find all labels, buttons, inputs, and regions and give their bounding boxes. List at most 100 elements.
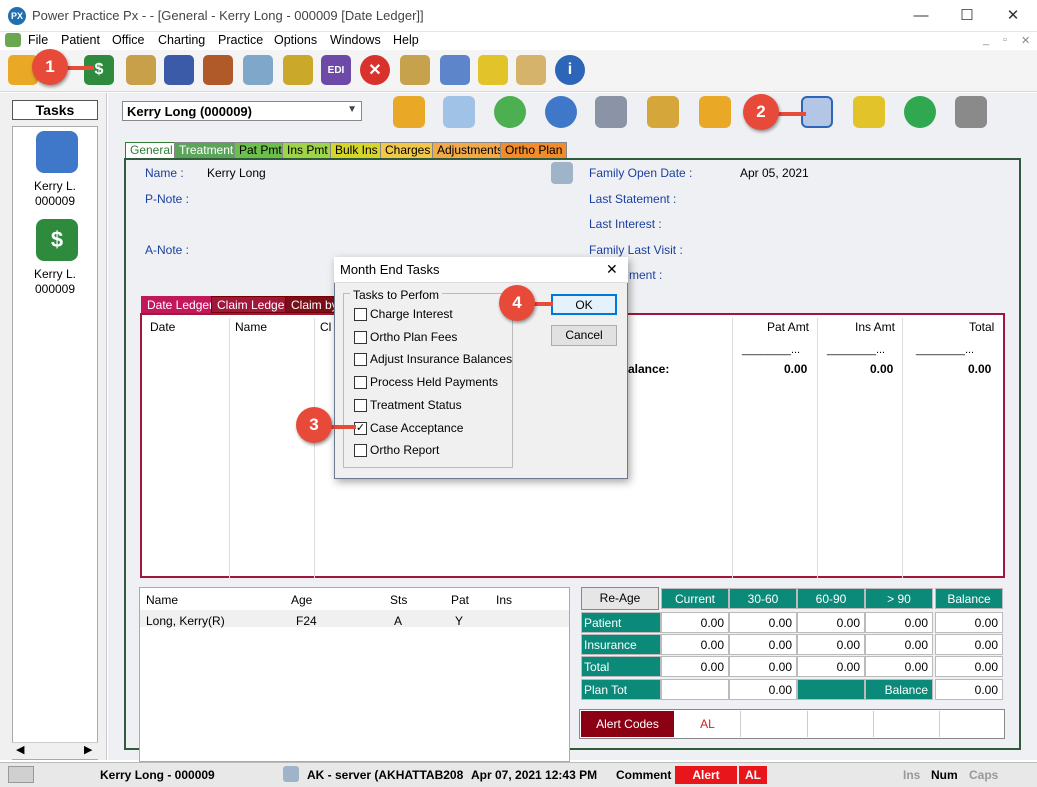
menu-charting[interactable]: Charting (158, 33, 205, 47)
family-row-age[interactable]: F24 (296, 614, 317, 628)
wrench-icon[interactable] (955, 96, 987, 128)
task-case-acceptance[interactable]: ✓ Case Acceptance (354, 419, 463, 437)
menu-file[interactable]: File (28, 33, 48, 47)
task-money-id[interactable]: 000009 (12, 282, 98, 296)
patient-icon[interactable] (494, 96, 526, 128)
tab-bulk-ins[interactable]: Bulk Ins (330, 142, 383, 158)
ledger-header-pat-amt[interactable]: Pat Amt (767, 320, 809, 334)
dialog-close-icon[interactable]: ✕ (606, 261, 618, 278)
tab-ins-pmt[interactable]: Ins Pmt (282, 142, 333, 158)
tooth-icon[interactable] (478, 55, 508, 85)
alert-codes-label[interactable]: Alert Codes (581, 711, 674, 737)
chart-icon[interactable] (243, 55, 273, 85)
printer-alert-icon[interactable] (595, 96, 627, 128)
note-pin-icon[interactable] (853, 96, 885, 128)
note-edit-icon[interactable] (551, 162, 573, 184)
info-icon[interactable]: i (555, 55, 585, 85)
mdi-minimize-button[interactable]: _ (983, 34, 989, 46)
family-row-pat[interactable]: Y (455, 614, 463, 628)
tab-date-ledger[interactable]: Date Ledger (141, 296, 220, 313)
task-ortho-plan-fees[interactable]: Ortho Plan Fees (354, 328, 457, 346)
mdi-app-icon[interactable] (5, 33, 21, 47)
alert-sep (873, 711, 874, 737)
menu-office[interactable]: Office (112, 33, 144, 47)
tab-treatment[interactable]: Treatment (174, 142, 239, 158)
status-alert[interactable]: Alert (675, 766, 737, 784)
checkbox[interactable] (354, 307, 367, 321)
patient-photo-icon[interactable] (443, 96, 475, 128)
patient-task-icon[interactable] (36, 131, 78, 173)
scroll-left-icon[interactable]: ◀ (16, 743, 24, 756)
money-task-icon[interactable]: $ (36, 219, 78, 261)
ledger-header-date[interactable]: Date (150, 320, 175, 334)
reage-button[interactable]: Re-Age (581, 587, 659, 610)
task-money-name[interactable]: Kerry L. (12, 267, 98, 281)
cancel-button[interactable]: Cancel (551, 325, 617, 346)
ledger-header-total[interactable]: Total (969, 320, 994, 334)
family-header-sts[interactable]: Sts (390, 593, 407, 607)
task-patient-id[interactable]: 000009 (12, 194, 98, 208)
menu-windows[interactable]: Windows (330, 33, 381, 47)
close-button[interactable]: ✕ (990, 0, 1036, 32)
status-al[interactable]: AL (739, 766, 767, 784)
clipboard-icon[interactable] (400, 55, 430, 85)
medicine-icon[interactable] (440, 55, 470, 85)
task-process-held-payments[interactable]: Process Held Payments (354, 373, 498, 391)
notes-icon[interactable] (516, 55, 546, 85)
checkbox[interactable] (354, 352, 367, 366)
task-adjust-insurance[interactable]: Adjust Insurance Balances (354, 350, 512, 368)
family-row-sts[interactable]: A (394, 614, 402, 628)
minimize-button[interactable]: — (898, 0, 944, 32)
tab-general[interactable]: General (125, 142, 178, 158)
task-charge-interest[interactable]: Charge Interest (354, 305, 453, 323)
gift-box-icon[interactable] (283, 55, 313, 85)
menu-practice[interactable]: Practice (218, 33, 263, 47)
scroll-right-icon[interactable]: ▶ (84, 743, 92, 756)
checkbox[interactable] (354, 375, 367, 389)
mdi-restore-button[interactable]: ▫ (1003, 34, 1007, 46)
tab-adjustments[interactable]: Adjustments (432, 142, 509, 158)
open-folder-icon[interactable] (393, 96, 425, 128)
patient-select[interactable]: Kerry Long (000009) ▼ (122, 101, 362, 121)
camera-icon[interactable] (8, 766, 34, 783)
pencil-icon[interactable] (126, 55, 156, 85)
family-header-pat[interactable]: Pat (451, 593, 469, 607)
checkbox[interactable] (354, 398, 367, 412)
tasks-title: Tasks (12, 100, 98, 120)
mdi-close-button[interactable]: ✕ (1021, 34, 1030, 47)
ledger-header-ins-amt[interactable]: Ins Amt (855, 320, 895, 334)
ok-button[interactable]: OK (551, 294, 617, 315)
money-refresh-icon[interactable]: $ (84, 55, 114, 85)
family-header-ins[interactable]: Ins (496, 593, 512, 607)
task-patient-name[interactable]: Kerry L. (12, 179, 98, 193)
checkbox[interactable] (354, 443, 367, 457)
tab-claim-ledger[interactable]: Claim Ledger (211, 296, 295, 313)
tab-pat-pmt[interactable]: Pat Pmt (234, 142, 287, 158)
ledger-col-sep (229, 318, 230, 578)
task-ortho-report[interactable]: Ortho Report (354, 441, 439, 459)
alert-code[interactable]: AL (675, 711, 741, 737)
ledger-col-sep (817, 318, 818, 578)
tab-charges[interactable]: Charges (380, 142, 436, 158)
menu-help[interactable]: Help (393, 33, 419, 47)
ledger-header-name[interactable]: Name (235, 320, 267, 334)
task-treatment-status[interactable]: Treatment Status (354, 396, 462, 414)
tab-ortho-plan[interactable]: Ortho Plan (500, 142, 568, 158)
book-icon[interactable] (164, 55, 194, 85)
stop-icon[interactable]: ✕ (360, 55, 390, 85)
family-header-name[interactable]: Name (146, 593, 178, 607)
menu-patient[interactable]: Patient (61, 33, 100, 47)
calendar-grid-icon[interactable] (203, 55, 233, 85)
menu-options[interactable]: Options (274, 33, 317, 47)
checkbox[interactable] (354, 330, 367, 344)
refresh-icon[interactable] (904, 96, 936, 128)
family-header-age[interactable]: Age (291, 593, 312, 607)
maximize-button[interactable]: ☐ (944, 0, 990, 32)
ledger-header-cl[interactable]: Cl (320, 320, 331, 334)
folder-download-icon[interactable] (699, 96, 731, 128)
family-row-name[interactable]: Long, Kerry(R) (146, 614, 225, 628)
family-icon[interactable] (545, 96, 577, 128)
folder-list-icon[interactable] (647, 96, 679, 128)
edi-icon[interactable]: EDI (321, 55, 351, 85)
status-comment[interactable]: Comment (616, 766, 671, 784)
